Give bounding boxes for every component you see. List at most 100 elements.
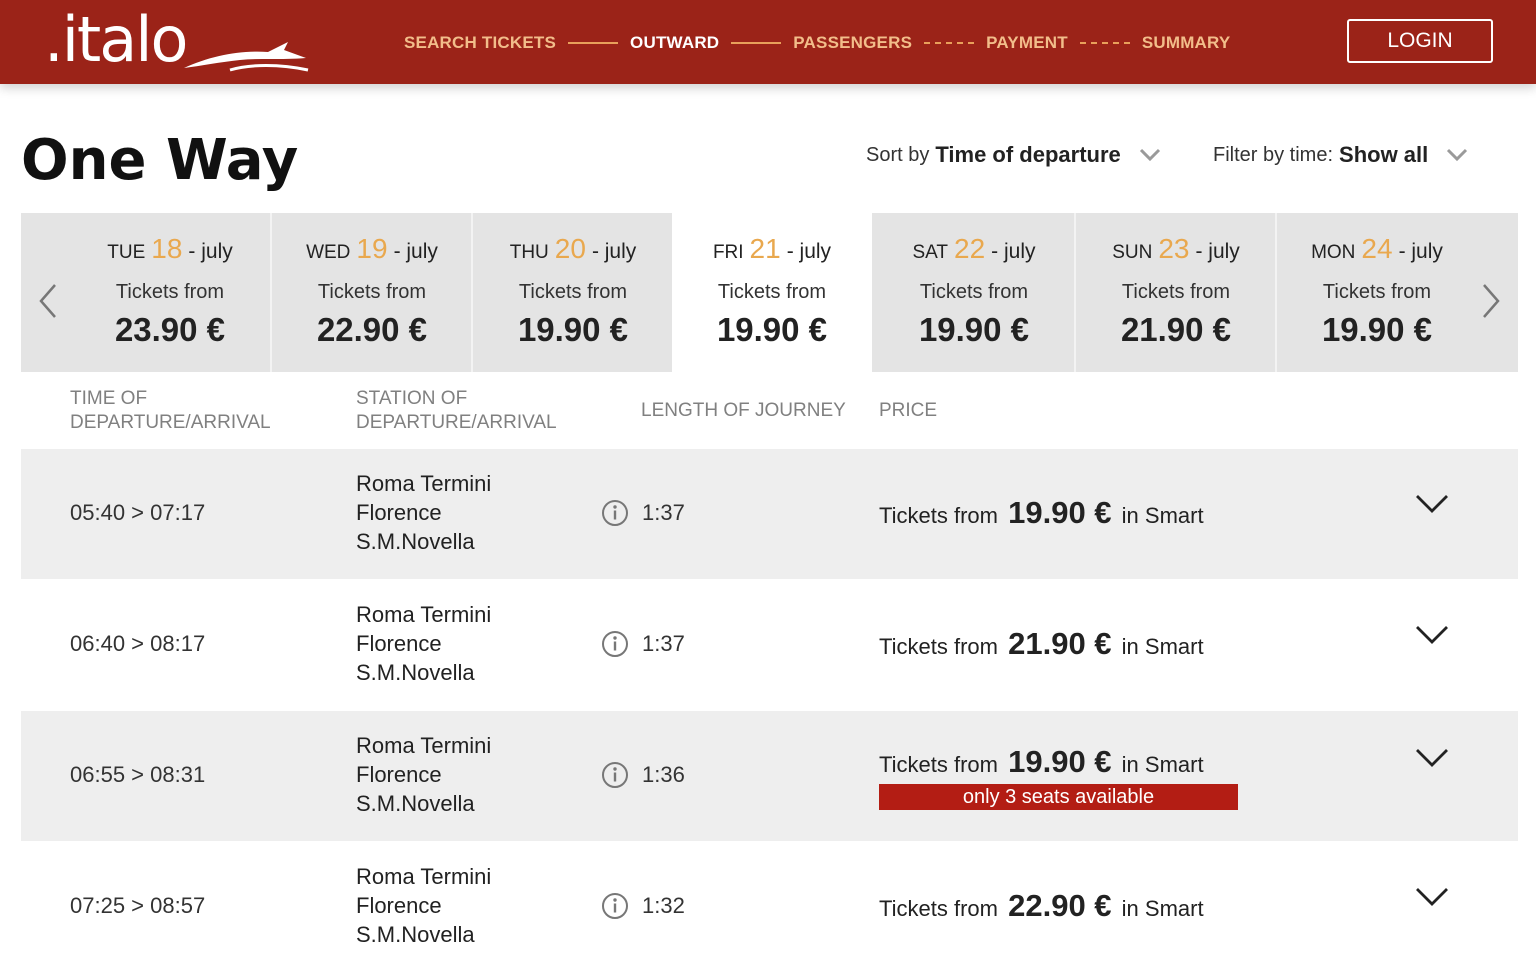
journey-duration: 1:37: [642, 631, 685, 656]
arrival-station-detail: S.M.Novella: [356, 922, 475, 947]
step-payment[interactable]: PAYMENT: [986, 33, 1068, 53]
price-prefix: Tickets from: [879, 752, 998, 777]
info-icon[interactable]: [601, 630, 629, 658]
filter-value: Show all: [1339, 142, 1429, 167]
journey-duration: 1:32: [642, 893, 685, 918]
arrival-station: Florence: [356, 500, 442, 525]
expand-chevron-icon[interactable]: [1414, 886, 1450, 908]
column-header-line: DEPARTURE/ARRIVAL: [356, 412, 557, 433]
date-label: WED 19- july: [306, 233, 438, 264]
hare-logo-icon: [184, 42, 309, 72]
date-tile-sun-23[interactable]: SUN 23- july Tickets from 21.90 €: [1074, 213, 1276, 372]
sort-dropdown[interactable]: Sort by Time of departure: [866, 142, 1161, 168]
booking-steps: SEARCH TICKETS OUTWARD PASSENGERS PAYMEN…: [404, 30, 1230, 56]
date-tile-mon-24[interactable]: MON 24- july Tickets from 19.90 €: [1275, 213, 1477, 372]
departure-arrival-time: 05:40 > 07:17: [70, 500, 206, 525]
date-price: 23.90 €: [114, 311, 226, 348]
date-price: 22.90 €: [316, 311, 428, 348]
date-tile-thu-20[interactable]: THU 20- july Tickets from 19.90 €: [471, 213, 673, 372]
info-icon[interactable]: [601, 761, 629, 789]
price-class: in Smart: [1121, 896, 1204, 921]
tickets-from-label: Tickets from: [518, 281, 628, 303]
tickets-from-label: Tickets from: [717, 281, 827, 303]
price-info: Tickets from 19.90 € in Smart: [879, 744, 1204, 780]
date-tile-tue-18[interactable]: TUE 18- july Tickets from 23.90 €: [70, 213, 270, 372]
date-label: SUN 23- july: [1112, 233, 1240, 264]
price-amount: 19.90 €: [1008, 744, 1112, 779]
step-passengers[interactable]: PASSENGERS: [793, 33, 912, 53]
date-label: TUE 18- july: [107, 233, 233, 264]
sort-prefix: Sort by: [866, 143, 930, 166]
expand-chevron-icon[interactable]: [1414, 624, 1450, 646]
departure-station: Roma Termini: [356, 733, 492, 758]
arrival-station: Florence: [356, 762, 442, 787]
date-tile-fri-21-selected[interactable]: FRI 21- july Tickets from 19.90 €: [672, 213, 872, 372]
filter-prefix: Filter by time:: [1213, 143, 1334, 166]
step-outward[interactable]: OUTWARD: [630, 33, 719, 53]
date-label: FRI 21- july: [712, 233, 832, 264]
page-title: One Way: [21, 128, 299, 193]
journey-duration: 1:36: [642, 762, 685, 787]
departure-arrival-time: 06:55 > 08:31: [70, 762, 206, 787]
departure-station: Roma Termini: [356, 471, 492, 496]
date-price: 19.90 €: [716, 311, 828, 348]
train-row[interactable]: 06:55 > 08:31 Roma Termini Florence S.M.…: [21, 711, 1518, 841]
stations: Roma Termini Florence S.M.Novella: [356, 862, 491, 949]
expand-chevron-icon[interactable]: [1414, 493, 1450, 515]
train-row[interactable]: 06:40 > 08:17 Roma Termini Florence S.M.…: [21, 580, 1518, 710]
price-prefix: Tickets from: [879, 503, 998, 528]
expand-chevron-icon[interactable]: [1414, 747, 1450, 769]
filter-dropdown[interactable]: Filter by time: Show all: [1213, 142, 1468, 168]
step-connector: [731, 42, 782, 44]
tickets-from-label: Tickets from: [1322, 281, 1432, 303]
top-bar: .italo SEARCH TICKETS OUTWARD PASSENGERS…: [0, 0, 1536, 84]
stations: Roma Termini Florence S.M.Novella: [356, 469, 491, 556]
price-info: Tickets from 19.90 € in Smart: [879, 495, 1204, 531]
login-button[interactable]: LOGIN: [1347, 19, 1493, 63]
column-header-station: STATION OF DEPARTURE/ARRIVAL: [356, 387, 557, 435]
info-icon[interactable]: [601, 499, 629, 527]
stations: Roma Termini Florence S.M.Novella: [356, 731, 491, 818]
date-selector: TUE 18- july Tickets from 23.90 € WED 19- …: [21, 213, 1518, 372]
price-info: Tickets from 22.90 € in Smart: [879, 888, 1204, 924]
date-tile-wed-19[interactable]: WED 19- july Tickets from 22.90 €: [270, 213, 472, 372]
tickets-from-label: Tickets from: [1121, 281, 1231, 303]
tickets-from-label: Tickets from: [317, 281, 427, 303]
arrival-station-detail: S.M.Novella: [356, 791, 475, 816]
column-header-line: TIME OF: [70, 388, 148, 409]
step-connector: [568, 42, 619, 44]
price-amount: 21.90 €: [1008, 626, 1112, 661]
info-icon[interactable]: [601, 892, 629, 920]
departure-arrival-time: 07:25 > 08:57: [70, 893, 206, 918]
departure-station: Roma Termini: [356, 864, 492, 889]
arrival-station-detail: S.M.Novella: [356, 660, 475, 685]
chevron-down-icon: [1447, 148, 1468, 162]
column-header-line: DEPARTURE/ARRIVAL: [70, 412, 271, 433]
italo-logo[interactable]: .italo: [44, 3, 309, 76]
seats-available-badge: only 3 seats available: [879, 784, 1238, 810]
logo-text: .italo: [44, 3, 188, 76]
tickets-from-label: Tickets from: [919, 281, 1029, 303]
date-label: THU 20- july: [509, 233, 637, 264]
column-header-length: LENGTH OF JOURNEY: [641, 400, 846, 421]
step-summary[interactable]: SUMMARY: [1142, 33, 1231, 53]
date-label: SAT 22- july: [912, 233, 1036, 264]
step-connector: [1079, 42, 1130, 44]
date-tile-sat-22[interactable]: SAT 22- july Tickets from 19.90 €: [874, 213, 1074, 372]
chevron-left-icon[interactable]: [37, 283, 59, 319]
chevron-right-icon[interactable]: [1480, 283, 1502, 319]
train-row[interactable]: 07:25 > 08:57 Roma Termini Florence S.M.…: [21, 842, 1518, 972]
train-row[interactable]: 05:40 > 07:17 Roma Termini Florence S.M.…: [21, 449, 1518, 579]
date-price: 21.90 €: [1120, 311, 1232, 348]
date-label: MON 24- july: [1311, 233, 1443, 264]
price-prefix: Tickets from: [879, 896, 998, 921]
sort-value: Time of departure: [935, 142, 1121, 167]
price-prefix: Tickets from: [879, 634, 998, 659]
date-price: 19.90 €: [1321, 311, 1433, 348]
price-info: Tickets from 21.90 € in Smart: [879, 626, 1204, 662]
step-search-tickets[interactable]: SEARCH TICKETS: [404, 33, 556, 53]
stations: Roma Termini Florence S.M.Novella: [356, 600, 491, 687]
arrival-station: Florence: [356, 893, 442, 918]
chevron-down-icon: [1139, 148, 1160, 162]
arrival-station-detail: S.M.Novella: [356, 529, 475, 554]
